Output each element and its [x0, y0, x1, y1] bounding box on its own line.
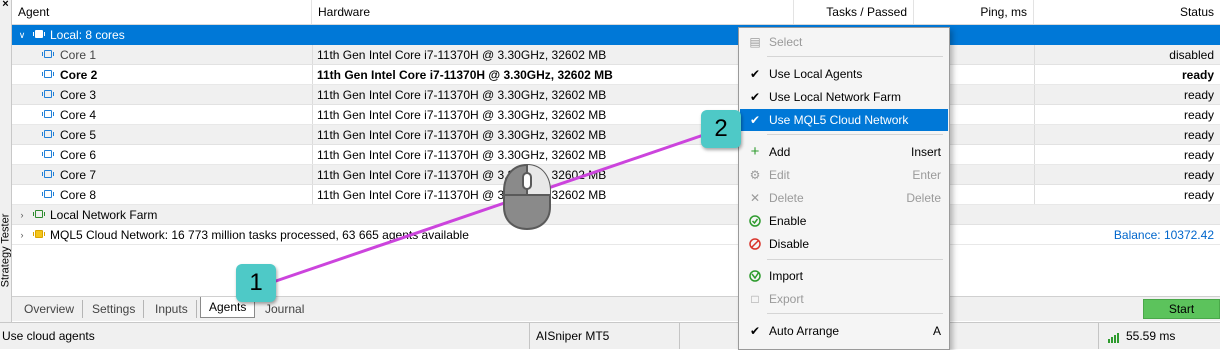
plus-icon: +: [750, 143, 760, 160]
check-circle-icon: [748, 210, 762, 234]
menu-item-add[interactable]: + Add Insert: [740, 141, 948, 163]
menu-item-select[interactable]: ▤ Select: [740, 31, 948, 53]
checkmark-icon: ✔: [749, 67, 761, 81]
shortcut-label: Delete: [906, 191, 941, 205]
ban-icon: [748, 233, 762, 257]
checkmark-icon: ✔: [749, 113, 761, 127]
menu-item-import[interactable]: Import: [740, 265, 948, 287]
export-icon: □: [751, 292, 759, 306]
close-icon: ✕: [749, 191, 761, 205]
context-menu: ▤ Select ✔ Use Local Agents ✔ Use Local …: [738, 27, 950, 350]
menu-item-use-mql5-cloud-network[interactable]: ✔ Use MQL5 Cloud Network: [740, 109, 948, 131]
menu-separator: [767, 259, 943, 260]
menu-separator: [767, 134, 943, 135]
shortcut-label: Enter: [912, 168, 941, 182]
annotation-line: [269, 125, 728, 285]
shortcut-label: A: [932, 324, 941, 338]
menu-item-auto-arrange[interactable]: ✔ Auto Arrange A: [740, 320, 948, 342]
menu-item-disable[interactable]: Disable: [740, 233, 948, 255]
select-icon: ▤: [749, 35, 761, 49]
menu-separator: [767, 313, 943, 314]
gear-icon: ⚙: [749, 168, 761, 182]
checkmark-icon: ✔: [749, 90, 761, 104]
step-badge-1: 1: [236, 264, 276, 302]
shortcut-label: Insert: [910, 145, 941, 159]
menu-item-delete[interactable]: ✕ Delete Delete: [740, 187, 948, 209]
import-icon: [748, 265, 762, 289]
menu-item-edit[interactable]: ⚙ Edit Enter: [740, 164, 948, 186]
mouse-icon: [503, 163, 551, 231]
menu-item-export[interactable]: □ Export: [740, 288, 948, 310]
checkmark-icon: ✔: [749, 324, 761, 338]
menu-separator: [767, 56, 943, 57]
step-badge-2: 2: [701, 110, 741, 148]
menu-item-use-local-agents[interactable]: ✔ Use Local Agents: [740, 63, 948, 85]
menu-item-enable[interactable]: Enable: [740, 210, 948, 232]
menu-item-use-local-network-farm[interactable]: ✔ Use Local Network Farm: [740, 86, 948, 108]
